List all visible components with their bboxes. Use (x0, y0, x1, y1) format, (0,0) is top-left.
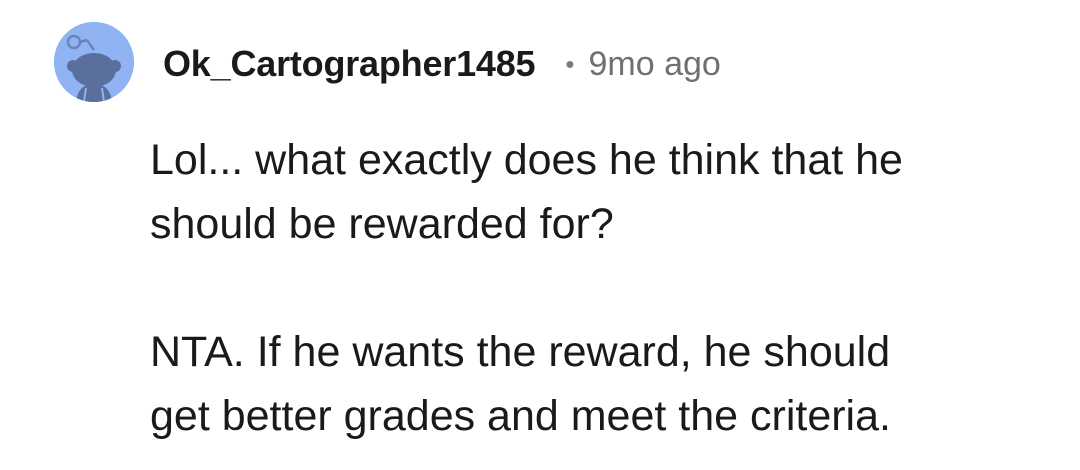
snoo-avatar-icon (54, 22, 134, 102)
avatar[interactable] (54, 22, 134, 102)
comment-timestamp[interactable]: 9mo ago (588, 45, 720, 84)
comment-body: Lol... what exactly does he think that h… (150, 128, 1050, 448)
meta-separator: • (565, 49, 575, 79)
comment-paragraph: Lol... what exactly does he think that h… (150, 136, 903, 248)
comment: Ok_Cartographer1485 • 9mo ago Lol... wha… (0, 0, 1080, 470)
comment-paragraph: NTA. If he wants the reward, he should g… (150, 328, 891, 440)
username-link[interactable]: Ok_Cartographer1485 (163, 43, 536, 85)
comment-header: Ok_Cartographer1485 • 9mo ago (163, 40, 721, 88)
